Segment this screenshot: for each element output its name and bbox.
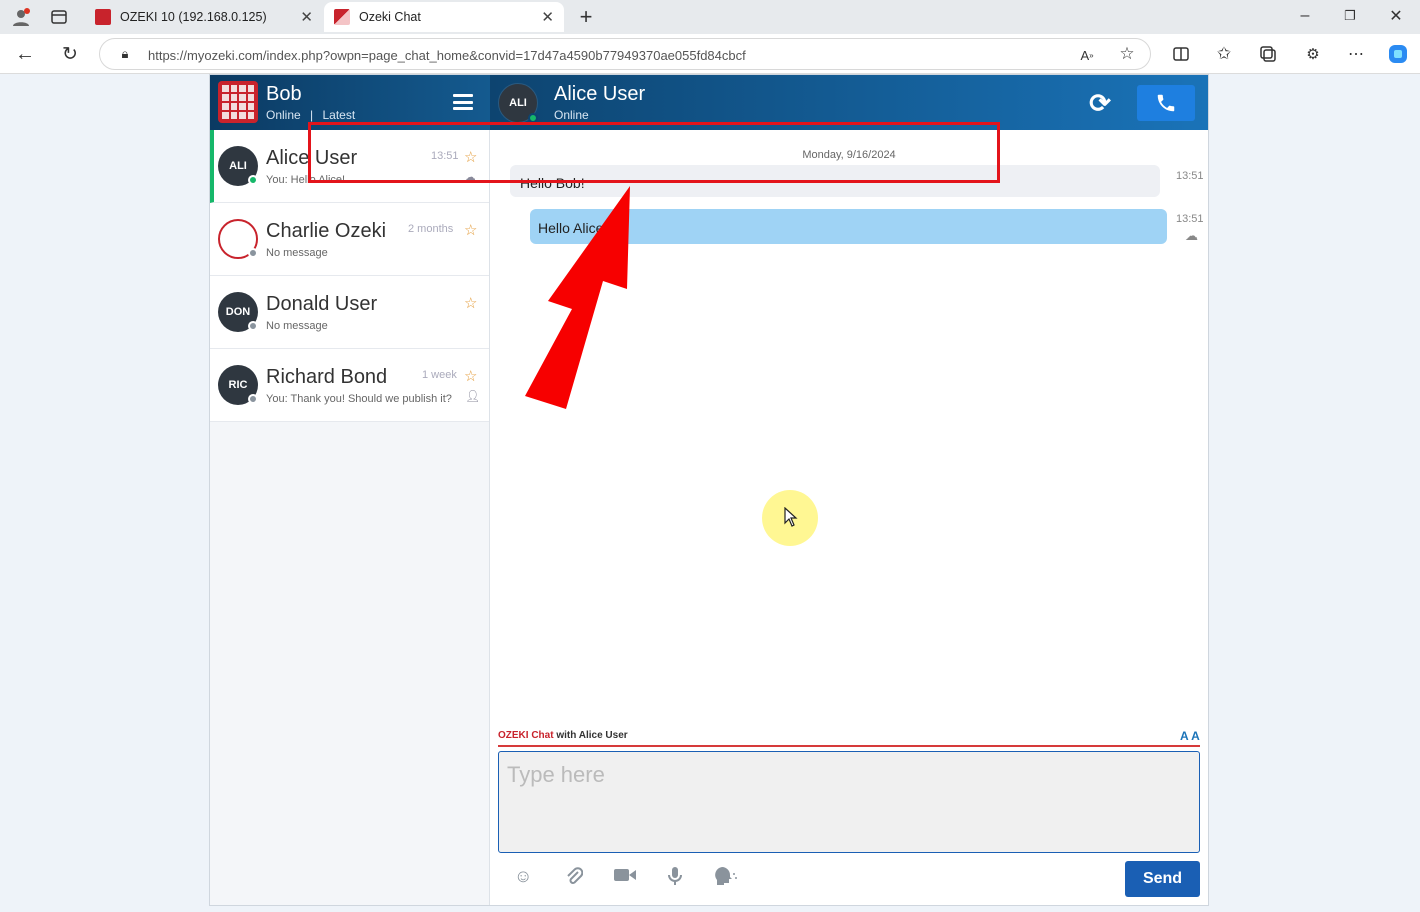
- new-tab-icon[interactable]: +: [575, 4, 597, 29]
- highlight-box: [308, 122, 1000, 183]
- contact-last-message: No message: [266, 247, 328, 259]
- split-screen-icon[interactable]: [1170, 43, 1192, 65]
- offline-status-dot: [248, 248, 258, 258]
- copilot-icon[interactable]: [1386, 42, 1410, 66]
- font-size-toggle[interactable]: A A: [1180, 729, 1200, 743]
- with-label: with Alice User: [556, 730, 628, 741]
- ozeki-logo-icon: [218, 81, 258, 123]
- composer-label: OZEKI Chat with Alice User: [498, 730, 628, 741]
- ozeki-favicon-icon: [95, 9, 111, 25]
- lock-icon[interactable]: 🔒︎: [116, 45, 134, 63]
- browser-address-bar: ← ↻ 🔒︎ https://myozeki.com/index.php?owp…: [0, 34, 1420, 74]
- profile-icon[interactable]: [10, 6, 32, 28]
- tab-title: OZEKI 10 (192.168.0.125): [120, 10, 267, 24]
- tab-ozeki-10[interactable]: OZEKI 10 (192.168.0.125) ✕: [85, 2, 323, 32]
- close-tab-icon[interactable]: ✕: [300, 8, 313, 26]
- status-separator: |: [310, 108, 314, 122]
- offline-status-dot: [248, 321, 258, 331]
- reload-icon[interactable]: ↻: [59, 43, 81, 65]
- url-field[interactable]: 🔒︎ https://myozeki.com/index.php?owpn=pa…: [99, 38, 1151, 70]
- favorite-star-icon[interactable]: ☆: [1117, 44, 1137, 64]
- cloud-icon: ☁︎: [1185, 228, 1198, 243]
- offline-status-dot: [248, 394, 258, 404]
- refresh-icon[interactable]: ⟳: [1086, 88, 1114, 118]
- tab-ozeki-chat[interactable]: Ozeki Chat ✕: [324, 2, 564, 32]
- minimize-icon[interactable]: –: [1295, 6, 1315, 26]
- message-input[interactable]: [498, 751, 1200, 853]
- back-icon[interactable]: ←: [14, 43, 36, 65]
- ozeki-chat-favicon-icon: [334, 9, 350, 25]
- contact-last-message: No message: [266, 320, 328, 332]
- latest-filter[interactable]: Latest: [323, 108, 356, 122]
- message-time: 13:51: [1176, 213, 1204, 225]
- composer-divider: [498, 745, 1200, 747]
- message-time: 13:51: [1176, 170, 1204, 182]
- read-aloud-icon[interactable]: A»: [1077, 45, 1097, 65]
- attachment-icon[interactable]: [565, 866, 584, 891]
- send-button[interactable]: Send: [1125, 861, 1200, 897]
- speech-icon[interactable]: [712, 866, 738, 891]
- mouse-cursor-icon: [784, 507, 798, 527]
- current-user-name: Bob: [266, 83, 302, 105]
- browser-tab-bar: OZEKI 10 (192.168.0.125) ✕ Ozeki Chat ✕ …: [0, 0, 1420, 34]
- tab-title: Ozeki Chat: [359, 10, 421, 24]
- microphone-icon[interactable]: [667, 866, 683, 891]
- brand-label: OZEKI Chat: [498, 730, 554, 741]
- current-user-status: Online | Latest: [266, 108, 355, 122]
- extensions-icon[interactable]: ⚙: [1302, 43, 1324, 65]
- more-options-icon[interactable]: ⋯: [1345, 43, 1367, 65]
- hamburger-menu-icon[interactable]: [453, 94, 473, 110]
- url-text: https://myozeki.com/index.php?owpn=page_…: [148, 48, 746, 63]
- video-icon[interactable]: [613, 866, 637, 889]
- call-button[interactable]: [1137, 85, 1195, 121]
- phone-icon: [1157, 94, 1175, 112]
- chat-partner-status: Online: [554, 108, 589, 122]
- close-window-icon[interactable]: ✕: [1386, 6, 1406, 26]
- close-tab-icon[interactable]: ✕: [541, 8, 554, 26]
- restore-icon[interactable]: ❐: [1340, 6, 1360, 26]
- emoji-icon[interactable]: ☺: [514, 866, 532, 887]
- chat-partner-name: Alice User: [554, 83, 646, 105]
- tab-actions-icon[interactable]: [48, 6, 70, 28]
- online-status-dot: [248, 175, 258, 185]
- red-arrow-icon: [525, 186, 630, 409]
- collections-icon[interactable]: [1257, 43, 1279, 65]
- favorites-icon[interactable]: ✩: [1213, 43, 1235, 65]
- status-text: Online: [266, 108, 301, 122]
